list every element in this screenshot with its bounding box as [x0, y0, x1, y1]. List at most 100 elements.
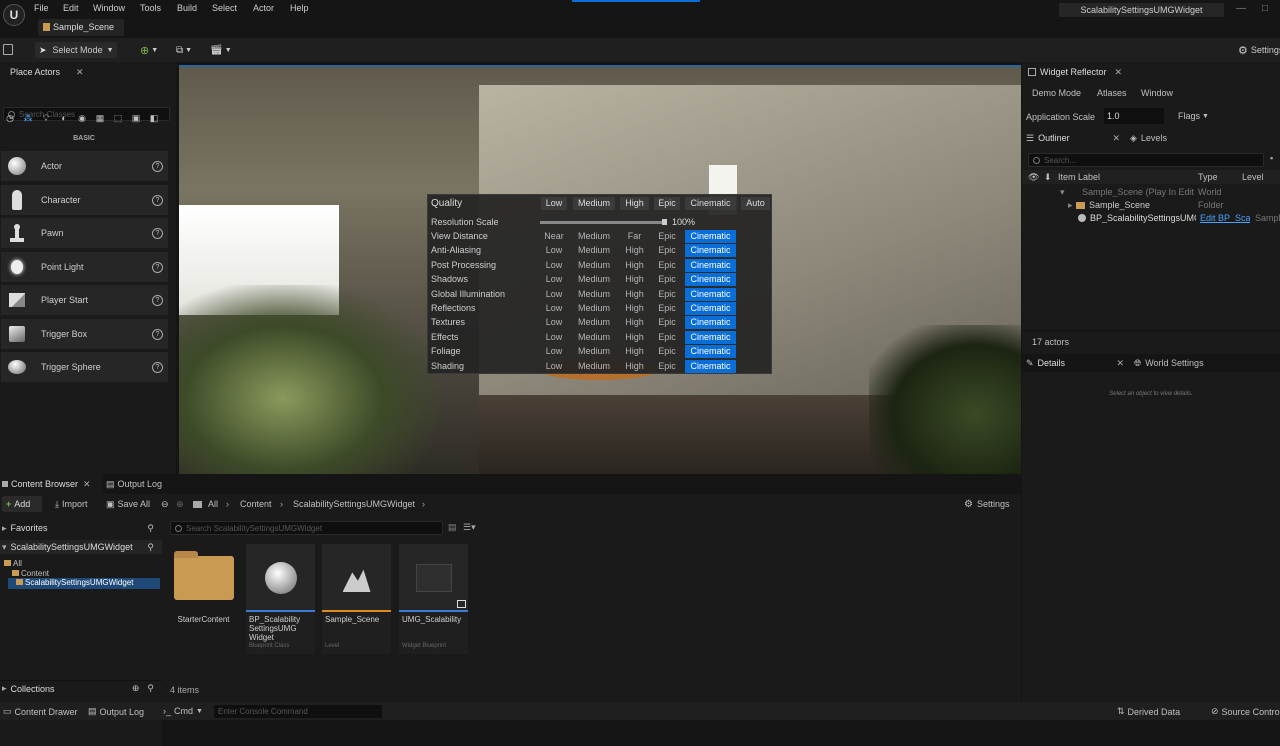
eye-icon[interactable]: 👁︎ [1028, 172, 1039, 183]
col-type[interactable]: Type [1198, 172, 1218, 182]
settings-button[interactable]: ⚙ Settings [1238, 42, 1280, 58]
close-icon[interactable]: ✕ [1115, 67, 1123, 78]
favorites-header[interactable]: ▸ Favorites ⚲ [0, 521, 162, 535]
setting-option-button[interactable]: Medium [573, 244, 615, 257]
setting-option-button[interactable]: High [620, 259, 649, 272]
setting-option-button[interactable]: Medium [573, 345, 615, 358]
save-all-button[interactable]: ▣ Save All [106, 499, 150, 510]
setting-option-button[interactable]: Cinematic [685, 258, 736, 272]
add-button[interactable]: + Add [2, 496, 42, 512]
resolution-slider[interactable] [540, 221, 665, 224]
cinematics-button[interactable]: 🎬︎ ▼ [210, 42, 238, 58]
close-icon[interactable]: ✕ [1116, 358, 1124, 369]
setting-option-button[interactable]: Epic [654, 230, 680, 243]
close-icon[interactable]: ✕ [76, 67, 84, 78]
folder-icon[interactable] [193, 500, 202, 508]
derived-data-button[interactable]: ⇅ Derived Data [1117, 706, 1180, 717]
outliner-row[interactable]: ▾ Sample_Scene (Play In Edito World [1022, 186, 1280, 199]
setting-option-button[interactable]: Epic [654, 345, 680, 358]
output-log-button[interactable]: ▤ Output Log [88, 706, 144, 717]
details-tab[interactable]: ✎ Details ✕ [1026, 358, 1130, 369]
setting-option-button[interactable]: High [620, 360, 649, 373]
setting-option-button[interactable]: High [620, 288, 649, 301]
setting-option-button[interactable]: High [620, 244, 649, 257]
help-icon[interactable]: ? [152, 361, 163, 373]
setting-option-button[interactable]: Epic [654, 259, 680, 272]
content-settings-button[interactable]: ⚙ Settings [964, 499, 1010, 510]
col-level[interactable]: Level [1242, 172, 1264, 182]
menu-demo-mode[interactable]: Demo Mode [1032, 88, 1081, 98]
actor-item-player-start[interactable]: Player Start ? [1, 285, 168, 315]
menu-help[interactable]: Help [290, 3, 309, 13]
menu-window[interactable]: Window [93, 3, 125, 13]
asset-tile[interactable]: Sample_Scene Level [322, 544, 391, 654]
setting-option-button[interactable]: Low [541, 360, 567, 373]
volumes-icon[interactable]: ⬚ [111, 113, 125, 124]
setting-option-button[interactable]: Medium [573, 230, 615, 243]
app-scale-input[interactable]: 1.0 [1104, 108, 1164, 124]
actor-item-trigger-box[interactable]: Trigger Box ? [1, 319, 168, 349]
search-icon[interactable]: ⚲ [147, 683, 154, 694]
output-log-tab[interactable]: ▤ Output Log [102, 479, 162, 490]
preset-epic-button[interactable]: Epic [654, 197, 680, 210]
setting-option-button[interactable]: Cinematic [685, 302, 736, 315]
setting-option-button[interactable]: Cinematic [685, 244, 736, 258]
setting-option-button[interactable]: Near [541, 230, 567, 243]
setting-option-button[interactable]: Medium [573, 302, 615, 315]
setting-option-button[interactable]: Epic [654, 316, 680, 329]
setting-option-button[interactable]: Cinematic [685, 230, 736, 243]
setting-option-button[interactable]: Medium [573, 331, 615, 344]
content-browser-tab[interactable]: Content Browser ✕ [0, 474, 102, 494]
preset-high-button[interactable]: High [620, 197, 649, 210]
help-icon[interactable]: ? [152, 261, 163, 273]
outliner-tab[interactable]: ☰ Outliner ✕ [1026, 133, 1126, 144]
setting-option-button[interactable]: Epic [654, 288, 680, 301]
help-icon[interactable]: ? [152, 227, 163, 239]
level-tab[interactable]: Sample_Scene [38, 19, 124, 36]
unreal-logo-icon[interactable]: U [3, 4, 25, 26]
visual-effects-icon[interactable]: ◉ [75, 113, 89, 124]
setting-option-button[interactable]: High [620, 331, 649, 344]
actor-item-pawn[interactable]: Pawn ? [1, 218, 168, 248]
setting-option-button[interactable]: Cinematic [685, 316, 736, 330]
console-input[interactable]: Enter Console Command [214, 705, 382, 718]
preset-medium-button[interactable]: Medium [573, 197, 615, 210]
recent-icon[interactable]: ◷ [3, 113, 17, 124]
outliner-row[interactable]: BP_ScalabilitySettingsUMG Edit BP_Scal S… [1022, 212, 1280, 225]
actor-item-character[interactable]: Character ? [1, 185, 168, 215]
asset-tile[interactable]: BP_Scalability SettingsUMG Widget Bluepr… [246, 544, 315, 654]
tree-item-content[interactable]: Content [12, 569, 49, 578]
import-button[interactable]: ⤓ Import [55, 499, 88, 510]
setting-option-button[interactable]: Low [541, 259, 567, 272]
levels-tab[interactable]: ◈ Levels [1126, 133, 1167, 144]
menu-select[interactable]: Select [212, 3, 237, 13]
filter-icon[interactable]: ▪ [1270, 153, 1280, 167]
setting-option-button[interactable]: Medium [573, 273, 615, 286]
geometry-icon[interactable]: ▦ [93, 113, 107, 124]
setting-option-button[interactable]: Medium [573, 259, 615, 272]
help-icon[interactable]: ? [152, 294, 163, 306]
content-drawer-button[interactable]: ▭ Content Drawer [3, 706, 78, 717]
setting-option-button[interactable]: Medium [573, 316, 615, 329]
close-icon[interactable]: ✕ [83, 479, 91, 490]
col-item-label[interactable]: Item Label [1058, 172, 1100, 182]
preset-auto-button[interactable]: Auto [741, 197, 770, 210]
setting-option-button[interactable]: Cinematic [685, 330, 736, 344]
setting-option-button[interactable]: High [620, 316, 649, 329]
actor-item-point-light[interactable]: Point Light ? [1, 252, 168, 282]
setting-option-button[interactable]: High [620, 345, 649, 358]
setting-option-button[interactable]: Low [541, 302, 567, 315]
pin-icon[interactable]: ⬇ [1044, 172, 1052, 183]
search-icon[interactable]: ⚲ [147, 542, 154, 553]
save-icon[interactable] [3, 44, 13, 55]
asset-tile[interactable]: StarterContent [169, 544, 238, 654]
help-icon[interactable]: ? [152, 328, 163, 340]
cinematic-icon[interactable]: ◐ [57, 113, 71, 123]
search-icon[interactable]: ⚲ [147, 523, 154, 534]
add-actor-button[interactable]: ⊕ ▼ [140, 42, 170, 58]
setting-option-button[interactable]: Epic [654, 244, 680, 257]
setting-option-button[interactable]: Epic [654, 360, 680, 373]
help-icon[interactable]: ? [152, 194, 163, 206]
setting-option-button[interactable]: High [620, 302, 649, 315]
asset-tile[interactable]: UMG_Scalability Widget Blueprint [399, 544, 468, 654]
